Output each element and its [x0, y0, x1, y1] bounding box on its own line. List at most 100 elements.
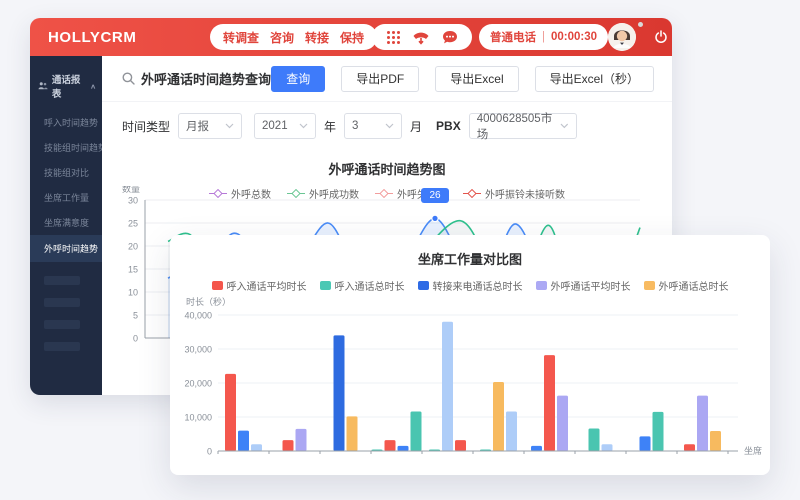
svg-text:时长（秒）: 时长（秒）: [186, 297, 231, 307]
pbx-select[interactable]: 4000628505市场: [469, 113, 577, 139]
bar[interactable]: [238, 431, 249, 451]
bar[interactable]: [455, 440, 466, 451]
chat-icon[interactable]: [442, 30, 458, 45]
users-icon: [38, 81, 48, 91]
export-button-2[interactable]: 导出Excel（秒）: [535, 66, 654, 92]
svg-text:数量: 数量: [122, 186, 140, 194]
sidebar-item-3[interactable]: 坐席工作量: [30, 185, 102, 210]
legend-label: 转接来电通话总时长: [433, 278, 523, 293]
bar[interactable]: [640, 436, 651, 451]
bar[interactable]: [506, 412, 517, 451]
bar[interactable]: [589, 429, 600, 451]
power-icon[interactable]: [654, 30, 668, 44]
bar[interactable]: [347, 416, 358, 451]
legend-item-1[interactable]: 呼入通话总时长: [320, 278, 405, 293]
bar[interactable]: [710, 431, 721, 451]
chevron-down-icon: [299, 123, 308, 129]
bar[interactable]: [653, 412, 664, 451]
call-action-0[interactable]: 转调查: [223, 29, 259, 46]
bar[interactable]: [251, 444, 262, 451]
grid-icon[interactable]: [386, 30, 401, 45]
month-suffix-label: 月: [410, 118, 422, 135]
sidebar-menu: 呼入时间趋势技能组时间趋势技能组对比坐席工作量坐席满意度外呼时间趋势: [30, 110, 102, 262]
export-button-1[interactable]: 导出Excel: [435, 66, 518, 92]
desktop-background: HOLLYCRM 转调查咨询转接保持: [0, 0, 800, 500]
legend-label: 外呼通话总时长: [659, 278, 729, 293]
sidebar: 通话报表 ∧ 呼入时间趋势技能组时间趋势技能组对比坐席工作量坐席满意度外呼时间趋…: [30, 56, 102, 395]
bar-chart-legend: 呼入通话平均时长 呼入通话总时长 转接来电通话总时长外呼通话平均时长 外呼通话总时长: [170, 278, 770, 293]
svg-text:40,000: 40,000: [184, 311, 212, 321]
bar[interactable]: [283, 440, 294, 451]
svg-text:0: 0: [207, 447, 212, 457]
legend-item-4[interactable]: 外呼通话总时长: [644, 278, 729, 293]
avatar[interactable]: [608, 23, 636, 51]
svg-text:10,000: 10,000: [184, 413, 212, 423]
sidebar-item-0[interactable]: 呼入时间趋势: [30, 110, 102, 135]
search-button[interactable]: 查询: [271, 66, 325, 92]
svg-text:0: 0: [133, 334, 138, 344]
bar[interactable]: [602, 444, 613, 451]
sidebar-group-label: 通话报表: [52, 72, 86, 100]
chart-tooltip: 26: [421, 188, 449, 203]
call-action-bar: 转调查咨询转接保持: [210, 24, 377, 50]
sidebar-item-1[interactable]: 技能组时间趋势: [30, 135, 102, 160]
page-title: 外呼通话时间趋势查询: [141, 69, 271, 88]
app-header: HOLLYCRM 转调查咨询转接保持: [30, 18, 672, 56]
time-type-select[interactable]: 月报: [178, 113, 242, 139]
year-select[interactable]: 2021: [254, 113, 316, 139]
svg-text:30: 30: [128, 196, 138, 206]
legend-swatch: [418, 281, 429, 290]
call-action-3[interactable]: 保持: [340, 29, 364, 46]
bar[interactable]: [557, 396, 568, 451]
bar[interactable]: [442, 322, 453, 451]
bar-chart[interactable]: 010,00020,00030,00040,000时长（秒）坐席: [170, 297, 770, 475]
svg-text:坐席: 坐席: [744, 445, 762, 456]
legend-item-0[interactable]: 呼入通话平均时长: [212, 278, 307, 293]
search-icon: [122, 72, 135, 85]
svg-text:20,000: 20,000: [184, 379, 212, 389]
month-select[interactable]: 3: [344, 113, 402, 139]
phone-transfer-icon[interactable]: [412, 30, 430, 45]
bar[interactable]: [697, 396, 708, 451]
line-chart-title: 外呼通话时间趋势图: [102, 159, 672, 178]
sidebar-group-call-reports[interactable]: 通话报表 ∧: [30, 66, 102, 110]
bar[interactable]: [411, 412, 422, 451]
legend-label: 呼入通话总时长: [335, 278, 405, 293]
bar[interactable]: [684, 444, 695, 451]
chevron-down-icon: [560, 123, 569, 129]
legend-item-2[interactable]: 转接来电通话总时长: [418, 278, 523, 293]
svg-text:15: 15: [128, 265, 138, 275]
phone-status-type: 普通电话: [490, 29, 536, 45]
export-button-0[interactable]: 导出PDF: [341, 66, 419, 92]
phone-status-badge: 普通电话 | 00:00:30: [479, 24, 608, 50]
bar-chart-title: 坐席工作量对比图: [170, 249, 770, 268]
legend-swatch: [212, 281, 223, 290]
svg-text:25: 25: [128, 219, 138, 229]
presence-dot: [638, 22, 643, 27]
legend-item-3[interactable]: 外呼通话平均时长: [536, 278, 631, 293]
phone-status-timer: 00:00:30: [551, 31, 597, 43]
call-action-2[interactable]: 转接: [305, 29, 329, 46]
chevron-down-icon: [225, 123, 234, 129]
sidebar-item-4[interactable]: 坐席满意度: [30, 210, 102, 235]
call-action-1[interactable]: 咨询: [270, 29, 294, 46]
bar[interactable]: [225, 374, 236, 451]
bar[interactable]: [334, 335, 345, 451]
sidebar-item-2[interactable]: 技能组对比: [30, 160, 102, 185]
bar[interactable]: [296, 429, 307, 451]
bar[interactable]: [385, 440, 396, 451]
legend-swatch: [536, 281, 547, 290]
sidebar-skeleton: [44, 276, 80, 285]
bar[interactable]: [398, 446, 409, 451]
bar[interactable]: [544, 355, 555, 451]
bar[interactable]: [493, 382, 504, 451]
header-icon-bar: [372, 24, 472, 50]
chevron-up-icon: ∧: [90, 82, 96, 89]
year-suffix-label: 年: [324, 118, 336, 135]
sidebar-skeleton-list: [30, 276, 102, 351]
bar-chart-card: 坐席工作量对比图 呼入通话平均时长 呼入通话总时长 转接来电通话总时长外呼通话平均时…: [170, 235, 770, 475]
svg-text:10: 10: [128, 288, 138, 298]
bar[interactable]: [531, 446, 542, 451]
time-type-label: 时间类型: [122, 118, 170, 135]
sidebar-item-5[interactable]: 外呼时间趋势: [30, 235, 102, 262]
